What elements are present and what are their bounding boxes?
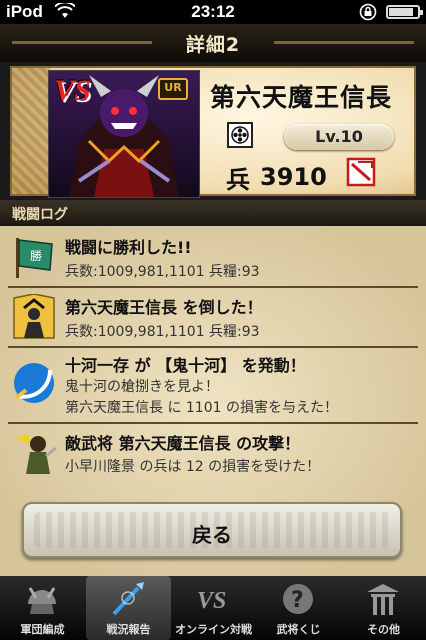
log-line-primary: 敵武将 第六天魔王信長 の攻撃！ <box>65 434 301 453</box>
tab-general-lottery[interactable]: ? 武将くじ <box>256 576 341 640</box>
skill-slash-icon <box>10 360 58 406</box>
tab-label: 武将くじ <box>276 623 321 636</box>
opponent-card: VS UR 第六天魔王信長 Lv.10 兵 3910 <box>0 62 426 200</box>
log-line-secondary: 鬼十河の槍捌きを見よ！ <box>65 379 219 395</box>
battery-icon <box>386 5 423 19</box>
tab-bar: 軍団編成 戦況報告 VS オンライン対戦 ? 武将くじ その他 <box>0 576 426 640</box>
battle-log-title: 戦闘ログ <box>12 207 68 223</box>
panel-pattern <box>12 68 50 194</box>
log-line-primary: 十河一存 が 【鬼十河】 を発動！ <box>65 356 306 375</box>
spear-icon <box>108 580 148 618</box>
log-entry: 十河一存 が 【鬼十河】 を発動！ 鬼十河の槍捌きを見よ！ 第六天魔王信長 に … <box>8 348 418 424</box>
status-bar: iPod 23:12 <box>0 0 426 24</box>
tab-label: 軍団編成 <box>20 623 65 636</box>
question-icon: ? <box>278 580 318 618</box>
log-entry: 勝 戦闘に勝利した!! 兵数:1009,981,1101 兵糧:93 <box>8 228 418 288</box>
log-line-primary: 第六天魔王信長 を倒した！ <box>65 298 263 317</box>
troop-icon: 兵 <box>226 165 250 194</box>
vs-icon: VS <box>193 580 233 618</box>
rarity-badge: UR <box>158 78 188 100</box>
opponent-name: 第六天魔王信長 <box>210 83 393 112</box>
troop-count: 3910 <box>260 163 327 191</box>
family-crest-icon <box>227 122 253 148</box>
tab-other[interactable]: その他 <box>341 576 426 640</box>
title-bar: 詳細2 <box>0 24 426 63</box>
log-line-primary: 戦闘に勝利した!! <box>65 238 192 257</box>
log-line-secondary: 兵数:1009,981,1101 兵糧:93 <box>65 324 260 340</box>
tab-battle-report[interactable]: 戦況報告 <box>86 576 171 640</box>
log-entry: 第六天魔王信長 を倒した！ 兵数:1009,981,1101 兵糧:93 <box>8 288 418 348</box>
tab-label: 戦況報告 <box>106 623 151 636</box>
log-line-secondary: 小早川隆景 の兵は 12 の損害を受けた！ <box>65 459 321 475</box>
victory-flag-icon: 勝 <box>10 234 58 280</box>
rotation-lock-icon <box>358 3 378 26</box>
tab-label: その他 <box>367 623 400 636</box>
page-title: 詳細2 <box>185 34 241 56</box>
svg-text:VS: VS <box>197 588 226 614</box>
flag-icon <box>344 156 378 188</box>
log-line-tertiary: 第六天魔王信長 に 1101 の損害を与えた！ <box>65 400 338 416</box>
log-line-secondary: 兵数:1009,981,1101 兵糧:93 <box>65 264 260 280</box>
log-entry: 敵武将 第六天魔王信長 の攻撃！ 小早川隆景 の兵は 12 の損害を受けた！ <box>8 424 418 484</box>
shrine-icon <box>363 580 403 618</box>
enemy-attack-icon <box>10 430 58 476</box>
vs-label: VS <box>54 74 91 107</box>
svg-text:勝: 勝 <box>30 248 42 263</box>
level-badge: Lv.10 <box>284 124 394 150</box>
tab-online-battle[interactable]: VS オンライン対戦 <box>171 576 256 640</box>
back-button[interactable]: 戻る <box>22 502 402 558</box>
back-button-label: 戻る <box>192 523 232 547</box>
defeated-general-icon <box>10 293 58 340</box>
opponent-panel: VS UR 第六天魔王信長 Lv.10 兵 3910 <box>10 66 416 198</box>
helmet-icon <box>22 580 62 618</box>
battle-log-header: 戦闘ログ <box>0 200 426 226</box>
svg-text:?: ? <box>291 588 304 613</box>
tab-label: オンライン対戦 <box>175 623 252 636</box>
tab-army[interactable]: 軍団編成 <box>0 576 85 640</box>
